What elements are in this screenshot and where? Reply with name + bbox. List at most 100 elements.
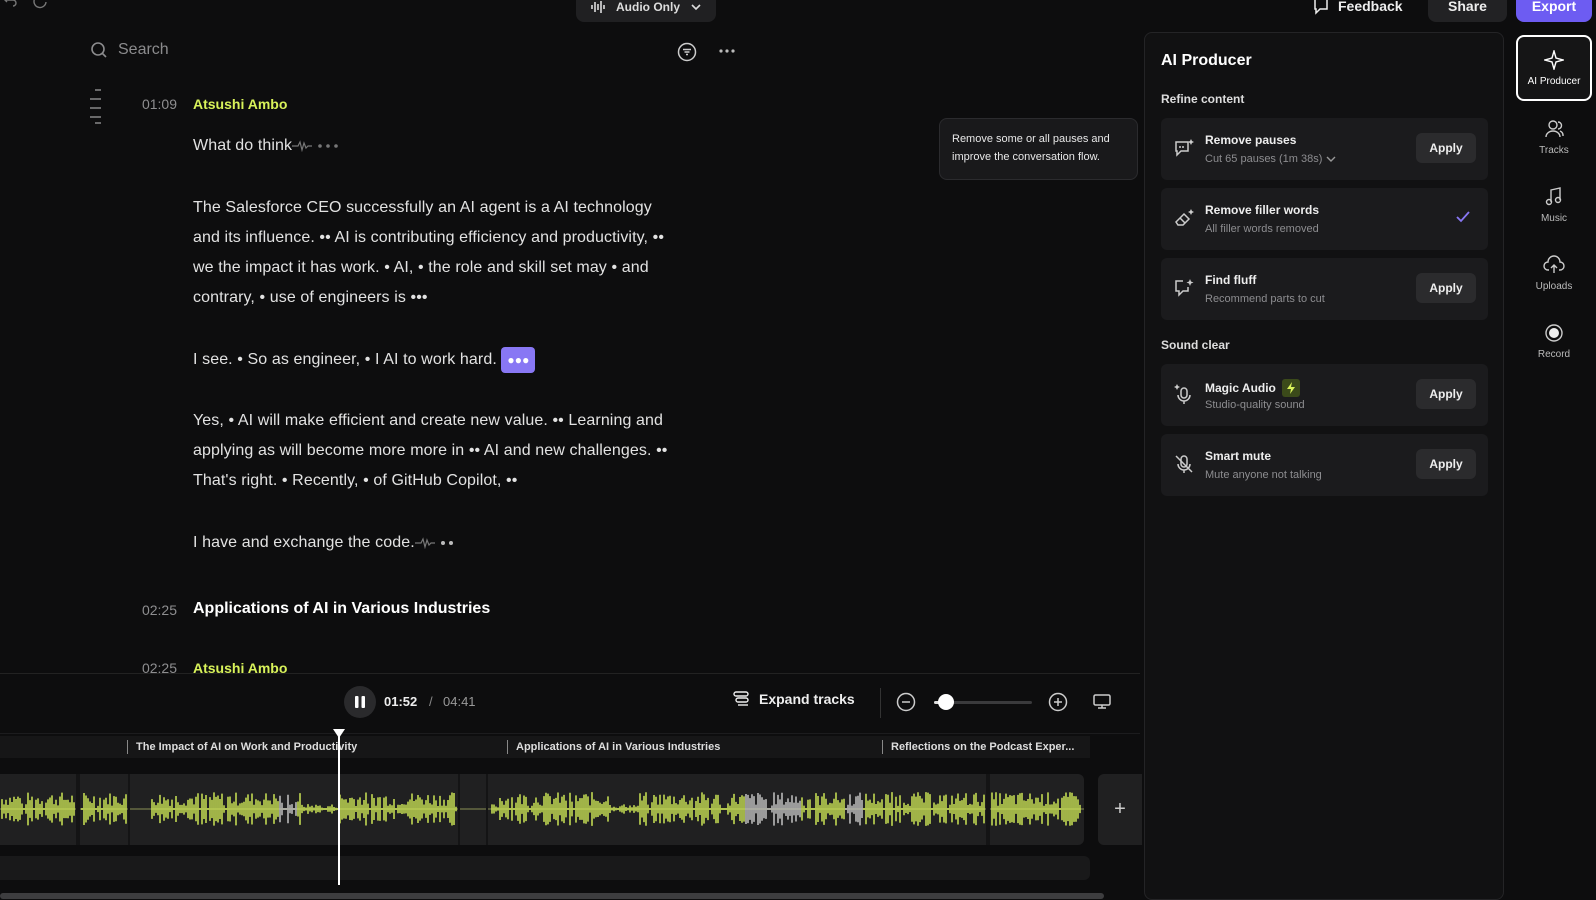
magic-mic-icon	[1173, 383, 1195, 405]
more-options-icon[interactable]	[718, 42, 736, 60]
paragraph-text: I have and exchange the code.	[193, 534, 415, 551]
speaker-name[interactable]: Atsushi Ambo	[193, 96, 287, 112]
divider	[880, 688, 881, 718]
side-rail: AI Producer Tracks Music Uploads Record	[1512, 32, 1596, 900]
rail-label: Music	[1540, 212, 1568, 224]
remove-pauses-card[interactable]: Remove pauses Cut 65 pauses (1m 38s) App…	[1161, 118, 1488, 180]
timeline-chapter[interactable]: Reflections on the Podcast Exper...	[882, 740, 1082, 754]
add-track-button[interactable]: +	[1098, 774, 1142, 845]
apply-smart-mute-button[interactable]: Apply	[1416, 449, 1476, 479]
search-bar[interactable]: Search	[90, 41, 169, 59]
total-time: 04:41	[443, 694, 476, 709]
pause-button[interactable]	[344, 686, 376, 718]
rail-item-record[interactable]: Record	[1516, 308, 1592, 374]
card-subtitle: Mute anyone not talking	[1205, 469, 1322, 481]
pause-icon	[354, 695, 366, 709]
transcript-paragraph[interactable]: I have and exchange the code.	[193, 528, 683, 558]
pause-count-select[interactable]: Cut 65 pauses (1m 38s)	[1205, 153, 1336, 165]
zoom-slider[interactable]	[934, 694, 1032, 710]
card-title: Remove pauses	[1205, 133, 1297, 147]
zoom-slider-handle[interactable]	[937, 694, 954, 710]
audio-mode-label: Audio Only	[616, 0, 680, 14]
search-input[interactable]: Search	[118, 41, 169, 59]
apply-find-fluff-button[interactable]: Apply	[1416, 273, 1476, 303]
top-bar: Audio Only Feedback Share Export	[0, 0, 1596, 24]
paragraph-text: What do think	[193, 137, 293, 154]
undo-icon[interactable]	[4, 0, 18, 10]
rail-item-music[interactable]: Music	[1516, 172, 1592, 238]
check-icon	[1456, 211, 1470, 223]
zoom-in-icon[interactable]	[1048, 692, 1068, 712]
music-note-icon	[1544, 186, 1564, 207]
outline-toggle-icon[interactable]	[89, 88, 103, 124]
find-fluff-card[interactable]: Find fluff Recommend parts to cut Apply	[1161, 258, 1488, 320]
audio-track[interactable]	[0, 774, 1084, 845]
selected-pause-marker[interactable]: ●●●	[501, 346, 536, 373]
timeline-chapter[interactable]: Applications of AI in Various Industries	[507, 740, 807, 754]
ai-producer-panel: AI Producer Refine content Remove pauses…	[1144, 32, 1504, 900]
card-subtitle: Cut 65 pauses (1m 38s)	[1205, 153, 1323, 165]
rail-item-tracks[interactable]: Tracks	[1516, 104, 1592, 170]
rail-label: Record	[1537, 348, 1571, 360]
chapter-timestamp[interactable]: 02:25	[129, 602, 177, 618]
magic-audio-title: Magic Audio	[1205, 381, 1276, 395]
card-subtitle: Studio-quality sound	[1205, 399, 1305, 411]
undo-redo-group	[4, 0, 48, 10]
export-button[interactable]: Export	[1516, 0, 1592, 22]
display-mode-icon[interactable]	[1092, 693, 1112, 711]
audio-waveform[interactable]	[0, 774, 1084, 845]
paragraph-text: I see. • So as engineer, • I AI to work …	[193, 351, 497, 368]
card-title: Smart mute	[1205, 449, 1272, 463]
expand-tracks-label: Expand tracks	[759, 691, 855, 707]
playback-bar: 01:52 / 04:41 Expand tracks	[0, 673, 1140, 733]
pause-waveform-icon	[292, 140, 346, 152]
people-icon	[1544, 119, 1564, 139]
sound-clear-heading: Sound clear	[1161, 338, 1230, 352]
empty-track[interactable]	[0, 856, 1090, 880]
magic-audio-card[interactable]: Magic Audio Studio-quality sound Apply	[1161, 364, 1488, 426]
redo-icon[interactable]	[32, 0, 48, 10]
current-time: 01:52	[384, 694, 418, 709]
card-title: Find fluff	[1205, 273, 1257, 287]
card-subtitle: Recommend parts to cut	[1205, 293, 1325, 305]
filter-icon[interactable]	[677, 42, 697, 62]
playhead[interactable]	[333, 729, 346, 885]
transcript-paragraph[interactable]: I see. • So as engineer, • I AI to work …	[193, 345, 683, 375]
rail-item-ai-producer[interactable]: AI Producer	[1516, 35, 1592, 101]
playhead-handle[interactable]	[333, 729, 346, 738]
chevron-down-icon	[1326, 155, 1336, 163]
audio-mode-select[interactable]: Audio Only	[576, 0, 716, 22]
card-title: Remove filler words	[1205, 203, 1320, 217]
feedback-button[interactable]: Feedback	[1312, 0, 1403, 20]
transcript-paragraph[interactable]: What do think	[193, 131, 683, 161]
horizontal-scrollbar[interactable]	[0, 893, 1104, 899]
smart-mute-card[interactable]: Smart mute Mute anyone not talking Apply	[1161, 434, 1488, 496]
upload-cloud-icon	[1543, 254, 1565, 275]
apply-magic-audio-button[interactable]: Apply	[1416, 379, 1476, 409]
chapter-strip: The Impact of AI on Work and Productivit…	[0, 736, 1090, 758]
segment-separator	[486, 774, 488, 845]
eraser-sparkle-icon	[1173, 207, 1195, 229]
expand-tracks-icon	[732, 690, 750, 708]
apply-remove-pauses-button[interactable]: Apply	[1416, 133, 1476, 163]
export-label: Export	[1531, 0, 1577, 14]
expand-tracks-button[interactable]: Expand tracks	[732, 690, 855, 708]
share-label: Share	[1448, 0, 1487, 14]
rail-item-uploads[interactable]: Uploads	[1516, 240, 1592, 306]
transcript-paragraph[interactable]: The Salesforce CEO successfully an AI ag…	[193, 193, 683, 313]
remove-filler-words-card[interactable]: Remove filler words All filler words rem…	[1161, 188, 1488, 250]
segment-separator	[458, 774, 460, 845]
feedback-icon	[1312, 0, 1330, 15]
sparkle-icon	[1544, 49, 1564, 70]
rail-label: Uploads	[1535, 280, 1573, 292]
transcript-paragraph[interactable]: Yes, • AI will make efficient and create…	[193, 406, 683, 496]
search-icon	[90, 41, 108, 59]
block-timestamp[interactable]: 01:09	[129, 96, 177, 112]
chapter-heading[interactable]: Applications of AI in Various Industries	[193, 600, 490, 618]
panel-title: AI Producer	[1161, 52, 1252, 69]
zoom-out-icon[interactable]	[896, 692, 916, 712]
pause-waveform-icon	[414, 537, 459, 549]
rail-label: AI Producer	[1527, 75, 1581, 87]
share-button[interactable]: Share	[1428, 0, 1507, 22]
timeline-chapter[interactable]: The Impact of AI on Work and Productivit…	[127, 740, 367, 754]
